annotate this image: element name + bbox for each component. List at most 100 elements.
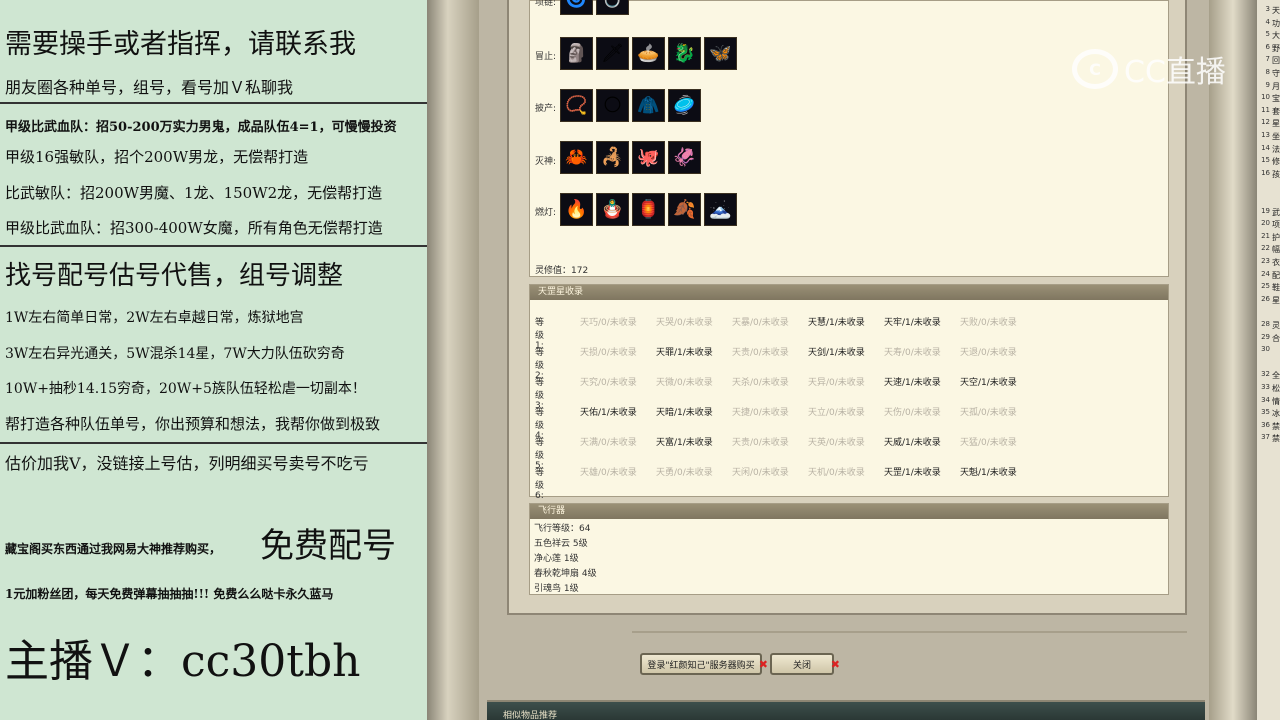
promo-line-team2: 甲级16强敏队，招个200W男龙，无偿帮打造 <box>5 148 309 166</box>
strip-row-label[interactable]: 宝 <box>1272 93 1280 104</box>
tiangang-star-cell: 天剑/1/未收录 <box>808 348 865 358</box>
promo-divider <box>0 442 427 444</box>
strip-row-label[interactable]: 情 <box>1272 396 1280 407</box>
equip-item-icon[interactable]: 🗻 <box>704 193 737 226</box>
strip-row-label[interactable]: 星 <box>1272 118 1280 129</box>
promo-line-team3: 比武敏队：招200W男魔、1龙、150W2龙，无偿帮打造 <box>5 184 383 202</box>
equip-row-label: 披产: <box>535 104 557 114</box>
strip-row-number: 35 <box>1261 408 1270 417</box>
flyer-item: 引魂鸟 1级 <box>534 584 579 594</box>
strip-row-label[interactable]: 野 <box>1272 43 1280 54</box>
equip-item-icon[interactable]: 📿 <box>560 89 593 122</box>
flyer-item: 春秋乾坤扇 4级 <box>534 569 597 579</box>
strip-row-label[interactable]: 星 <box>1272 295 1280 306</box>
strip-row-number: 8 <box>1265 68 1270 76</box>
equip-item-icon[interactable]: 🌀 <box>560 0 593 15</box>
tiangang-star-cell: 天败/0/未收录 <box>960 318 1017 328</box>
close-button[interactable]: 关闭 ✖ <box>770 653 840 675</box>
strip-row-label[interactable]: 月 <box>1272 81 1280 92</box>
strip-row-label[interactable]: 天 <box>1272 5 1280 16</box>
tiangang-star-cell: 天猛/0/未收录 <box>960 438 1017 448</box>
similar-items-title: 相似物品推荐 <box>503 711 558 720</box>
flyer-panel: 飞行器 飞行等级：64 五色祥云 5级 净心莲 1级 春秋乾坤扇 4级 引魂鸟 … <box>529 503 1169 595</box>
cc-logo-icon: C <box>1072 49 1118 89</box>
equip-item-icon[interactable]: 🌕 <box>596 89 629 122</box>
tiangang-star-cell: 天捷/0/未收录 <box>732 408 789 418</box>
strip-row-number: 5 <box>1265 30 1270 39</box>
promo-line-cangbaoge: 藏宝阁买东西通过我网易大神推荐购买， <box>5 542 222 556</box>
equip-item-icon[interactable]: 🥏 <box>668 89 701 122</box>
promo-divider <box>0 102 427 104</box>
equip-item-icon[interactable]: 🐉 <box>668 37 701 70</box>
strip-row-number: 15 <box>1261 156 1270 165</box>
equip-item-icon[interactable]: 🗿 <box>560 37 593 70</box>
strip-row-label[interactable]: 武 <box>1272 207 1280 218</box>
equip-item-icon[interactable]: 🐙 <box>632 141 665 174</box>
equip-item-icon[interactable]: 🗡 <box>596 37 629 70</box>
strip-row-number: 7 <box>1265 55 1270 64</box>
strip-row-label[interactable]: 法 <box>1272 144 1280 155</box>
strip-row-number: 30 <box>1261 345 1270 354</box>
promo-line-operator: 需要操手或者指挥，请联系我 <box>5 29 356 60</box>
window-frame-right <box>1209 0 1257 720</box>
strip-row-label[interactable]: 配 <box>1272 270 1280 281</box>
strip-row-label[interactable]: 冰 <box>1272 408 1280 419</box>
equip-item-icon[interactable]: 🥧 <box>632 37 665 70</box>
similar-items-bar[interactable]: 相似物品推荐 <box>487 700 1205 720</box>
equip-item-icon[interactable]: 🪆 <box>596 193 629 226</box>
button-divider <box>632 631 1187 633</box>
strip-row-label[interactable]: 禁 <box>1272 421 1280 432</box>
strip-row-label[interactable]: 孩 <box>1272 169 1280 180</box>
equip-item-icon[interactable]: 🦀 <box>560 141 593 174</box>
strip-row-label[interactable]: 回 <box>1272 55 1280 66</box>
right-list-strip: 3 天 4 功 5 大 6 野 7 回 8 守 9 月 10 宝 11 套 12 星 13 坐 14 法 15 修 16 孩 19 武 20… <box>1257 0 1280 720</box>
item-detail-window: 项链: 🌀 💍 冒止: 🗿 🗡 🥧 🐉 🦋 披产: 📿 🌕 🧥 🥏 灭神: <box>507 0 1187 615</box>
equip-item-icon[interactable]: 🏮 <box>632 193 665 226</box>
strip-row-number: 10 <box>1261 93 1270 102</box>
close-x-icon: ✖ <box>758 658 768 671</box>
tiangang-star-cell: 天罡/1/未收录 <box>884 468 941 478</box>
tiangang-star-cell: 天寿/0/未收录 <box>884 348 941 358</box>
tiangang-star-cell: 天巧/0/未收录 <box>580 318 637 328</box>
tiangang-star-cell: 天微/0/未收录 <box>656 378 713 388</box>
equip-item-icon[interactable]: 🦋 <box>704 37 737 70</box>
equip-item-icon[interactable]: 🍂 <box>668 193 701 226</box>
equip-row-label: 项链: <box>535 0 557 8</box>
strip-row-label[interactable]: 禁 <box>1272 433 1280 444</box>
strip-row-label[interactable]: 衣 <box>1272 257 1280 268</box>
equip-item-icon[interactable]: 🧥 <box>632 89 665 122</box>
strip-row-label[interactable]: 全 <box>1272 370 1280 381</box>
strip-row-label[interactable]: 大 <box>1272 30 1280 41</box>
strip-row-label[interactable]: 套 <box>1272 106 1280 117</box>
strip-row-label[interactable]: 项 <box>1272 219 1280 230</box>
strip-row-label[interactable]: 松 <box>1272 383 1280 394</box>
tiangang-level-label: 等级6: <box>535 468 545 501</box>
strip-row-label[interactable]: 护 <box>1272 232 1280 243</box>
strip-row-label[interactable]: 修 <box>1272 156 1280 167</box>
equip-item-icon[interactable]: 💍 <box>596 0 629 15</box>
strip-row-number: 32 <box>1261 370 1270 379</box>
promo-line-fans: 1元加粉丝团，每天免费弹幕抽抽抽!!! 免费么么哒卡永久蓝马 <box>5 587 334 601</box>
strip-row-number: 25 <box>1261 282 1270 291</box>
equip-item-icon[interactable]: 🦑 <box>668 141 701 174</box>
tiangang-star-cell: 天退/0/未收录 <box>960 348 1017 358</box>
tiangang-star-cell: 天伤/0/未收录 <box>884 408 941 418</box>
strip-row-label[interactable]: 幅 <box>1272 244 1280 255</box>
promo-line-price3: 10W+抽秒14.15穷奇，20W+5族队伍轻松虐一切副本！ <box>5 381 366 397</box>
tiangang-star-cell: 天孤/0/未收录 <box>960 408 1017 418</box>
tiangang-star-cell: 天立/0/未收录 <box>808 408 865 418</box>
tiangang-star-cell: 天威/1/未收录 <box>884 438 941 448</box>
strip-row-label[interactable]: 鞋 <box>1272 282 1280 293</box>
equip-item-icon[interactable]: 🔥 <box>560 193 593 226</box>
login-buy-button[interactable]: 登录"红颜知己"服务器购买 ✖ <box>640 653 768 675</box>
strip-row-label[interactable]: 合 <box>1272 333 1280 344</box>
promo-line-contact: 主播Ｖ：cc30tbh <box>5 636 361 687</box>
strip-row-label[interactable]: 守 <box>1272 68 1280 79</box>
equip-item-icon[interactable]: 🦂 <box>596 141 629 174</box>
tiangang-star-cell: 天罪/1/未收录 <box>656 348 713 358</box>
strip-row-label[interactable]: 功 <box>1272 18 1280 29</box>
promo-line-price2: 3W左右异光通关，5W混杀14星，7W大力队伍砍穷奇 <box>5 346 345 362</box>
strip-row-label[interactable]: 灵 <box>1272 320 1280 331</box>
strip-row-label[interactable]: 坐 <box>1272 131 1280 142</box>
strip-row-number: 6 <box>1265 42 1270 51</box>
